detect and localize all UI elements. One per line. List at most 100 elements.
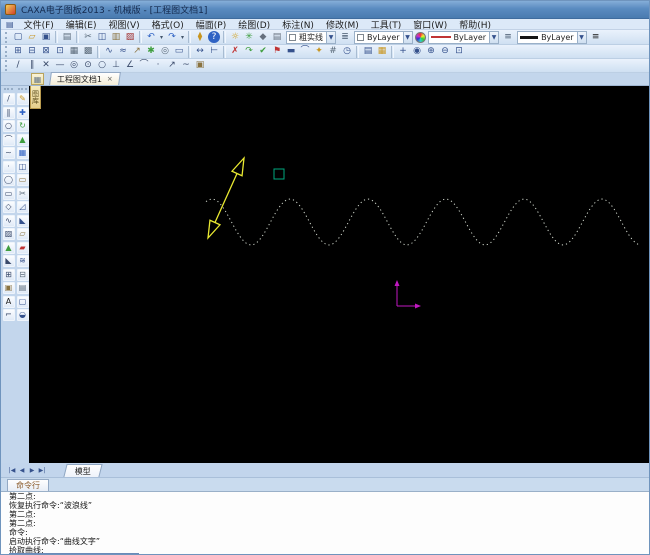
- raster-pattern-icon[interactable]: ▦: [67, 45, 81, 58]
- linetype-combo[interactable]: ByLayer▼: [428, 31, 500, 44]
- document-list-icon[interactable]: ▦: [31, 73, 44, 85]
- properties-panel-icon[interactable]: ▤: [361, 45, 375, 58]
- leader-icon[interactable]: ↗: [165, 59, 179, 72]
- circle-tangent-icon[interactable]: ○: [95, 59, 109, 72]
- sheet-next-icon[interactable]: ▶: [27, 465, 37, 476]
- thick-bar-icon[interactable]: ▬: [284, 45, 298, 58]
- toolbar-grip-icon[interactable]: [4, 88, 13, 92]
- mirror-icon[interactable]: ▲: [17, 134, 29, 146]
- wave-line-icon[interactable]: ∿: [3, 215, 15, 227]
- undo-icon[interactable]: ↶: [144, 31, 158, 44]
- save-icon[interactable]: ▣: [39, 31, 53, 44]
- angle-line-icon[interactable]: ∠: [123, 59, 137, 72]
- zoom-in-icon[interactable]: ⊕: [424, 45, 438, 58]
- block-library-icon[interactable]: ▣: [193, 59, 207, 72]
- perpendicular-line-icon[interactable]: ⊥: [109, 59, 123, 72]
- cross-point-icon[interactable]: ✕: [39, 59, 53, 72]
- stretch-icon[interactable]: ▱: [17, 228, 29, 240]
- menu-edit[interactable]: 编辑(E): [60, 18, 103, 31]
- arc-icon[interactable]: ⌒: [137, 59, 151, 72]
- document-tab[interactable]: 工程图文档1 ×: [49, 72, 121, 85]
- move-icon[interactable]: ✚: [17, 107, 29, 119]
- screen-icon[interactable]: ▢: [17, 296, 29, 308]
- circle-two-point-icon[interactable]: ⊙: [81, 59, 95, 72]
- menu-paper[interactable]: 幅面(P): [190, 18, 232, 31]
- linetype-manager-icon[interactable]: ≡: [501, 31, 515, 44]
- scale-icon[interactable]: ▭: [17, 174, 29, 186]
- linetype-combo-dropdown-icon[interactable]: ▼: [489, 32, 498, 43]
- bitmap-pattern-icon[interactable]: ▩: [81, 45, 95, 58]
- pan-icon[interactable]: +: [396, 45, 410, 58]
- layer-freeze-icon[interactable]: ✳: [242, 31, 256, 44]
- red-cross-icon[interactable]: ✗: [228, 45, 242, 58]
- lineweight-combo[interactable]: ByLayer▼: [517, 31, 587, 44]
- ellipse-icon[interactable]: ◯: [3, 174, 15, 186]
- display-icon[interactable]: ◒: [17, 309, 29, 321]
- arc-tool-icon[interactable]: ⌒: [298, 45, 312, 58]
- fillet-icon[interactable]: ▲: [3, 242, 15, 254]
- brush-icon[interactable]: ▰: [17, 242, 29, 254]
- layer-lock-icon[interactable]: ◆: [256, 31, 270, 44]
- menu-help[interactable]: 帮助(H): [453, 18, 497, 31]
- redo-options-icon[interactable]: ▾: [179, 31, 186, 44]
- arrow-head-down-icon[interactable]: [208, 220, 220, 238]
- circle-icon[interactable]: ○: [3, 120, 15, 132]
- zoom-dynamic-icon[interactable]: ◉: [410, 45, 424, 58]
- text-box-icon[interactable]: ▭: [172, 45, 186, 58]
- point-icon[interactable]: ·: [151, 59, 165, 72]
- fit-curve-icon[interactable]: ≈: [116, 45, 130, 58]
- chamfer-icon[interactable]: ◣: [3, 255, 15, 267]
- zoom-out-icon[interactable]: ⊖: [438, 45, 452, 58]
- snap-node-icon[interactable]: ✱: [144, 45, 158, 58]
- lineweight-manager-icon[interactable]: ≡: [589, 31, 603, 44]
- layer-combo-dropdown-icon[interactable]: ▼: [326, 32, 335, 43]
- undo-options-icon[interactable]: ▾: [158, 31, 165, 44]
- toolbar-grip-icon[interactable]: [5, 46, 9, 57]
- check-mark-icon[interactable]: ✔: [256, 45, 270, 58]
- layer-manager-icon[interactable]: ≣: [338, 31, 352, 44]
- color-wheel-icon[interactable]: [415, 32, 426, 43]
- view-page-icon[interactable]: ⊠: [39, 45, 53, 58]
- menu-format[interactable]: 格式(O): [146, 18, 190, 31]
- spline-icon[interactable]: ~: [3, 147, 15, 159]
- toolbar-grip-icon[interactable]: [18, 88, 27, 92]
- array-icon[interactable]: ▦: [17, 147, 29, 159]
- layer-visibility-icon[interactable]: ☼: [228, 31, 242, 44]
- layer-print-icon[interactable]: ▤: [270, 31, 284, 44]
- toolbar-grip-icon[interactable]: [5, 32, 9, 43]
- lineweight-combo-dropdown-icon[interactable]: ▼: [577, 32, 586, 43]
- arc-arrow-icon[interactable]: ↷: [242, 45, 256, 58]
- menu-view[interactable]: 视图(V): [102, 18, 145, 31]
- arc-icon[interactable]: ⌒: [3, 134, 15, 146]
- copy-icon[interactable]: ◫: [95, 31, 109, 44]
- grid-tool-icon[interactable]: #: [326, 45, 340, 58]
- cut-icon[interactable]: ✂: [81, 31, 95, 44]
- segment-icon[interactable]: —: [53, 59, 67, 72]
- zoom-window-icon[interactable]: ⊡: [452, 45, 466, 58]
- polygon-icon[interactable]: ◇: [3, 201, 15, 213]
- flag-mark-icon[interactable]: ⚑: [270, 45, 284, 58]
- format-brush-icon[interactable]: ▨: [123, 31, 137, 44]
- double-arrow-shaft[interactable]: [215, 174, 237, 223]
- color-combo[interactable]: ByLayer▼: [354, 31, 413, 44]
- document-menu-icon[interactable]: ▤: [6, 20, 14, 29]
- insert-object-icon[interactable]: ⧫: [193, 31, 207, 44]
- hatch-icon[interactable]: ▨: [3, 228, 15, 240]
- color-combo-dropdown-icon[interactable]: ▼: [403, 32, 412, 43]
- dim-edit-icon[interactable]: ⊢: [207, 45, 221, 58]
- arrow-head-up-icon[interactable]: [232, 158, 244, 176]
- view-all-icon[interactable]: ⊟: [25, 45, 39, 58]
- dim-linear-icon[interactable]: ↔: [193, 45, 207, 58]
- clock-tool-icon[interactable]: ◷: [340, 45, 354, 58]
- sheet-first-icon[interactable]: |◀: [7, 465, 17, 476]
- library-panel-tab[interactable]: 图库: [30, 86, 41, 109]
- corner-icon[interactable]: ◣: [17, 215, 29, 227]
- command-history[interactable]: 第二点:恢复执行命令:“波浪线”第二点:第二点:命令:启动执行命令:“曲线文字”…: [1, 491, 649, 555]
- rotate-icon[interactable]: ↻: [17, 120, 29, 132]
- view-grid-icon[interactable]: ⊡: [53, 45, 67, 58]
- sheet-last-icon[interactable]: ▶|: [37, 465, 47, 476]
- block-icon[interactable]: ▣: [3, 282, 15, 294]
- menu-draw[interactable]: 绘图(D): [232, 18, 276, 31]
- grid-icon[interactable]: ⊞: [3, 269, 15, 281]
- menu-window[interactable]: 窗口(W): [407, 18, 453, 31]
